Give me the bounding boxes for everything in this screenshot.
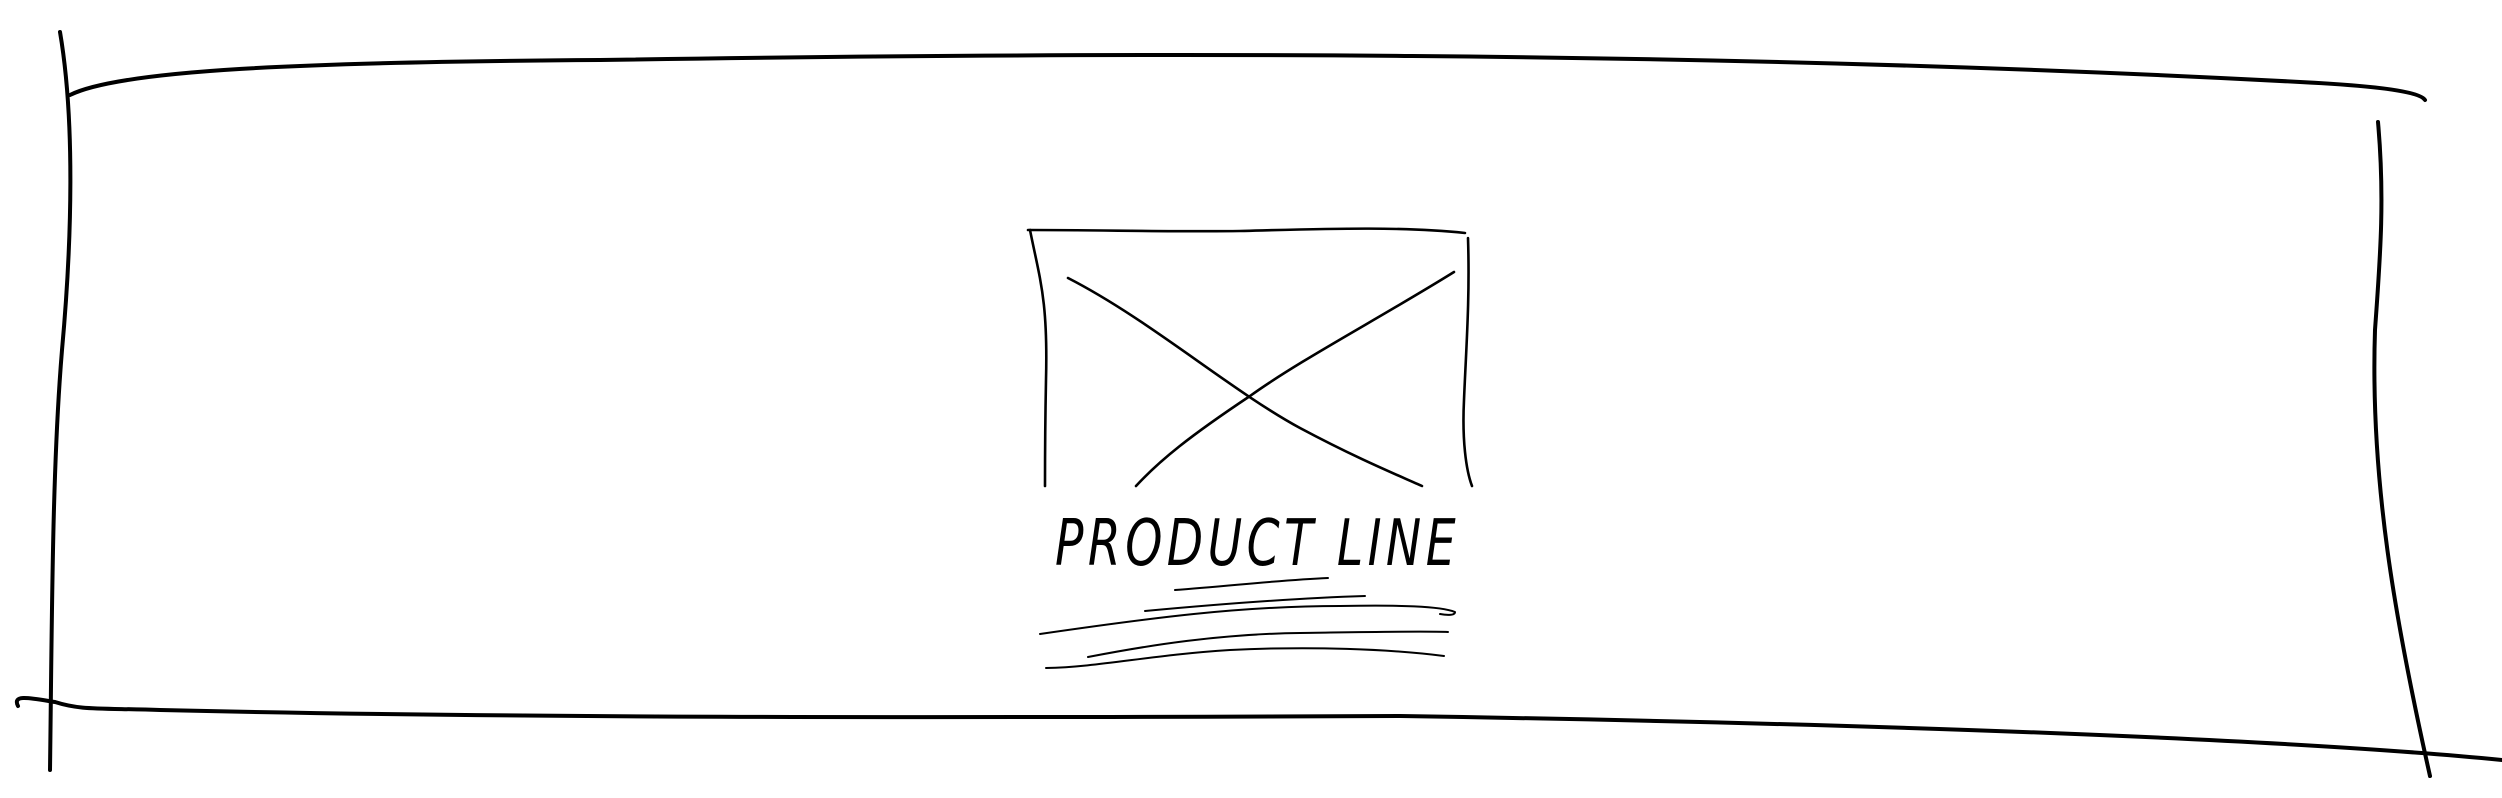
banner-frame-left [48, 30, 73, 772]
product-line-title: PRODUCT LINE [1055, 507, 1460, 581]
text-line-3 [1039, 604, 1456, 635]
banner-frame-right [2372, 120, 2432, 778]
text-line-5 [1045, 647, 1445, 669]
banner-frame-bottom [14, 696, 2502, 762]
text-line-4 [1087, 630, 1449, 658]
image-placeholder-cross-a [1066, 276, 1424, 488]
wireframe-sketch: PRODUCT LINE [14, 30, 2502, 778]
description-placeholder-lines [1039, 577, 1456, 669]
image-placeholder-top [1026, 227, 1467, 235]
image-placeholder-icon [1026, 227, 1474, 488]
image-placeholder-left [1028, 228, 1048, 488]
banner-frame-top [68, 53, 2427, 102]
image-placeholder-right [1462, 236, 1474, 488]
image-placeholder-cross-b [1134, 270, 1456, 488]
